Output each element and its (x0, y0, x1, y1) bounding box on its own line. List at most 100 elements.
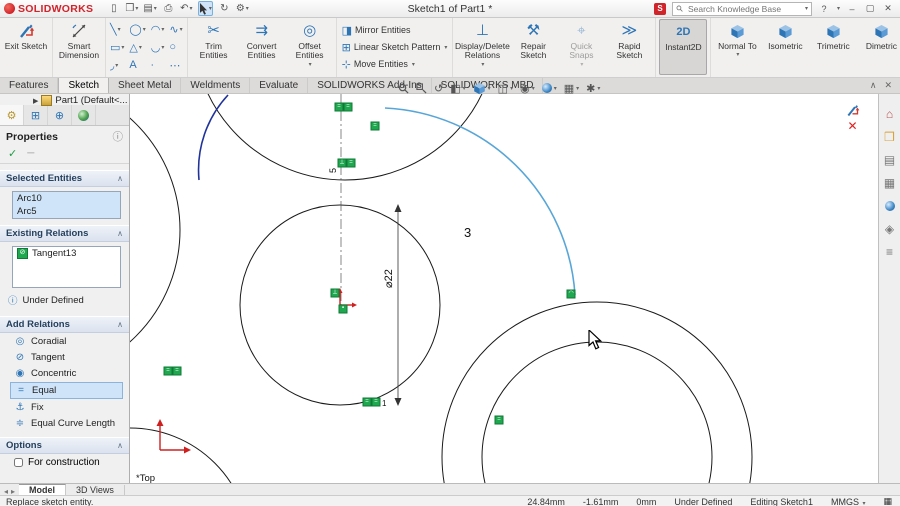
help-icon[interactable]: ⓘ (113, 129, 124, 144)
selected-entities-list[interactable]: Arc10 Arc5 (12, 191, 121, 219)
view-orientation-button[interactable]: ▾ (473, 82, 491, 95)
zoom-to-area-button[interactable] (416, 82, 427, 94)
tab-weldments[interactable]: Weldments (181, 78, 251, 93)
section-options[interactable]: Options ∧ (0, 437, 129, 454)
chevron-down-icon[interactable]: ▾ (576, 85, 579, 92)
restore-button[interactable]: ▢ (864, 3, 876, 14)
sketch-canvas[interactable]: ⌀22 5 3 1 *Top (130, 93, 878, 483)
save-button[interactable]: ▤ ▾ (143, 2, 156, 15)
chevron-down-icon[interactable]: ▾ (161, 44, 164, 51)
chevron-up-icon[interactable]: ∧ (117, 174, 123, 183)
constraint-marker[interactable]: • (338, 304, 348, 314)
forum-list-icon[interactable]: ≡ (886, 245, 893, 259)
tab-sheet-metal[interactable]: Sheet Metal (109, 78, 182, 93)
chevron-down-icon[interactable]: ▾ (246, 5, 249, 12)
existing-relations-list[interactable]: ⊘ Tangent13 (12, 246, 121, 288)
linear-dimension-text[interactable]: 5 (328, 168, 338, 173)
chevron-down-icon[interactable]: ▾ (532, 85, 535, 92)
list-item[interactable]: ⊘ Tangent13 (13, 247, 120, 260)
exit-sketch-button[interactable]: Exit Sketch (3, 19, 49, 75)
text-tool[interactable]: A (128, 56, 146, 74)
chevron-down-icon[interactable]: ▾ (209, 5, 212, 12)
list-item[interactable]: Arc10 (13, 192, 120, 205)
rebuild-button[interactable]: ↻ (218, 2, 231, 15)
centerpoint-arc-tool[interactable]: ◡ ▾ (150, 38, 166, 56)
chevron-down-icon[interactable]: ▾ (837, 5, 840, 12)
edit-appearance-button[interactable]: ▾ (541, 83, 557, 93)
list-item[interactable]: Arc5 (13, 205, 120, 218)
repair-sketch-button[interactable]: ⚒ Repair Sketch (510, 19, 556, 75)
units-selector[interactable]: MMGS ▾ (831, 497, 866, 506)
view-palette-icon[interactable]: ▦ (884, 176, 895, 190)
flyout-feature-tree[interactable]: ▶ Part1 (Default<... (33, 95, 127, 106)
constraint-marker[interactable]: ⟂ (330, 288, 340, 298)
point-tool[interactable]: ∙ (150, 56, 166, 74)
constraint-marker[interactable]: = (371, 397, 381, 407)
chevron-down-icon[interactable]: ▾ (121, 44, 124, 51)
design-library-folder-icon[interactable]: ❒ (884, 130, 895, 144)
tab-features[interactable]: Features (0, 78, 59, 93)
add-relation-coradial[interactable]: ◎ Coradial (10, 334, 123, 349)
chevron-up-icon[interactable]: ∧ (117, 229, 123, 238)
minimize-button[interactable]: – (846, 4, 858, 14)
ok-button[interactable]: ✓ (8, 147, 17, 160)
sketch-circle-bottom-right-inner[interactable] (481, 341, 713, 483)
custom-properties-tag-icon[interactable]: ▦ (883, 496, 892, 506)
polygon-tool[interactable]: △ ▾ (128, 38, 146, 56)
offset-entities-button[interactable]: ◎ Offset Entities ▾ (287, 19, 333, 75)
tab-sketch[interactable]: Sketch (58, 77, 110, 93)
view-settings-button[interactable]: ✱ ▾ (586, 82, 600, 95)
file-explorer-icon[interactable]: ▤ (884, 153, 895, 167)
move-entities-button[interactable]: ⊹ Move Entities ▾ (340, 57, 450, 72)
appearances-sphere-icon[interactable] (884, 199, 895, 213)
selected-arc10[interactable] (197, 94, 229, 181)
options-button[interactable]: ⚙ ▾ (236, 2, 249, 15)
tab-evaluate[interactable]: Evaluate (250, 78, 309, 93)
add-relation-tangent[interactable]: ⊘ Tangent (10, 350, 123, 365)
expand-tree-icon[interactable]: ▶ (33, 97, 38, 105)
add-relation-concentric[interactable]: ◉ Concentric (10, 366, 123, 381)
constraint-marker[interactable]: = (494, 415, 504, 425)
smart-dimension-button[interactable]: Smart Dimension (56, 19, 102, 75)
undo-button[interactable]: ↶ ▾ (180, 2, 193, 15)
chevron-down-icon[interactable]: ▾ (309, 62, 312, 69)
new-document-button[interactable]: ▯ (107, 2, 120, 15)
fillet-tool[interactable]: ◞ ▾ (109, 56, 125, 74)
previous-view-button[interactable]: ↺ (434, 82, 443, 95)
custom-properties-icon[interactable]: ◈ (885, 222, 894, 236)
constraint-marker[interactable]: = (334, 102, 344, 112)
circle-tool[interactable]: ◯ ▾ (128, 20, 146, 38)
chevron-down-icon[interactable]: ▾ (554, 85, 557, 92)
arc-tool[interactable]: ◠ ▾ (150, 20, 166, 38)
chevron-down-icon[interactable]: ▾ (139, 44, 142, 51)
constraint-marker[interactable]: = (346, 158, 356, 168)
zoom-to-fit-button[interactable] (398, 83, 409, 94)
sketch-circle-left[interactable] (130, 93, 181, 380)
tab-property-manager[interactable]: ⊞ (24, 105, 48, 125)
chevron-down-icon[interactable]: ▾ (510, 85, 513, 92)
chevron-down-icon[interactable]: ▾ (135, 5, 138, 12)
constraint-marker[interactable]: = (343, 102, 353, 112)
chevron-down-icon[interactable]: ▾ (412, 61, 415, 68)
chevron-up-icon[interactable]: ∧ (117, 441, 123, 450)
chevron-down-icon[interactable]: ▾ (488, 85, 491, 92)
section-existing-relations[interactable]: Existing Relations ∧ (0, 225, 129, 242)
knowledge-base-search[interactable]: ▾ (671, 1, 812, 16)
chevron-down-icon[interactable]: ▾ (805, 5, 808, 12)
chevron-down-icon[interactable]: ▾ (597, 85, 600, 92)
collapse-ribbon-icon[interactable]: ∧ (870, 80, 877, 91)
constraint-marker[interactable]: ⟂ (337, 158, 347, 168)
chevron-down-icon[interactable]: ▾ (444, 44, 447, 51)
tab-display-manager[interactable] (72, 105, 96, 125)
close-document-icon[interactable]: ✕ (884, 80, 892, 91)
chevron-down-icon[interactable]: ▾ (118, 26, 121, 33)
section-add-relations[interactable]: Add Relations ∧ (0, 316, 129, 333)
trimetric-button[interactable]: Trimetric (810, 19, 856, 75)
constraint-marker[interactable]: ◠ (566, 289, 576, 299)
line-tool[interactable]: ╲ ▾ (109, 20, 125, 38)
chevron-down-icon[interactable]: ▾ (154, 5, 157, 12)
chevron-down-icon[interactable]: ▾ (463, 85, 466, 92)
trim-entities-button[interactable]: ✂ Trim Entities (191, 19, 237, 75)
dimetric-button[interactable]: Dimetric (858, 19, 900, 75)
graphics-area[interactable]: ⌀22 5 3 1 *Top = = = ⟂ = ◠ ⟂ • = = = = = ✕ (130, 93, 878, 483)
